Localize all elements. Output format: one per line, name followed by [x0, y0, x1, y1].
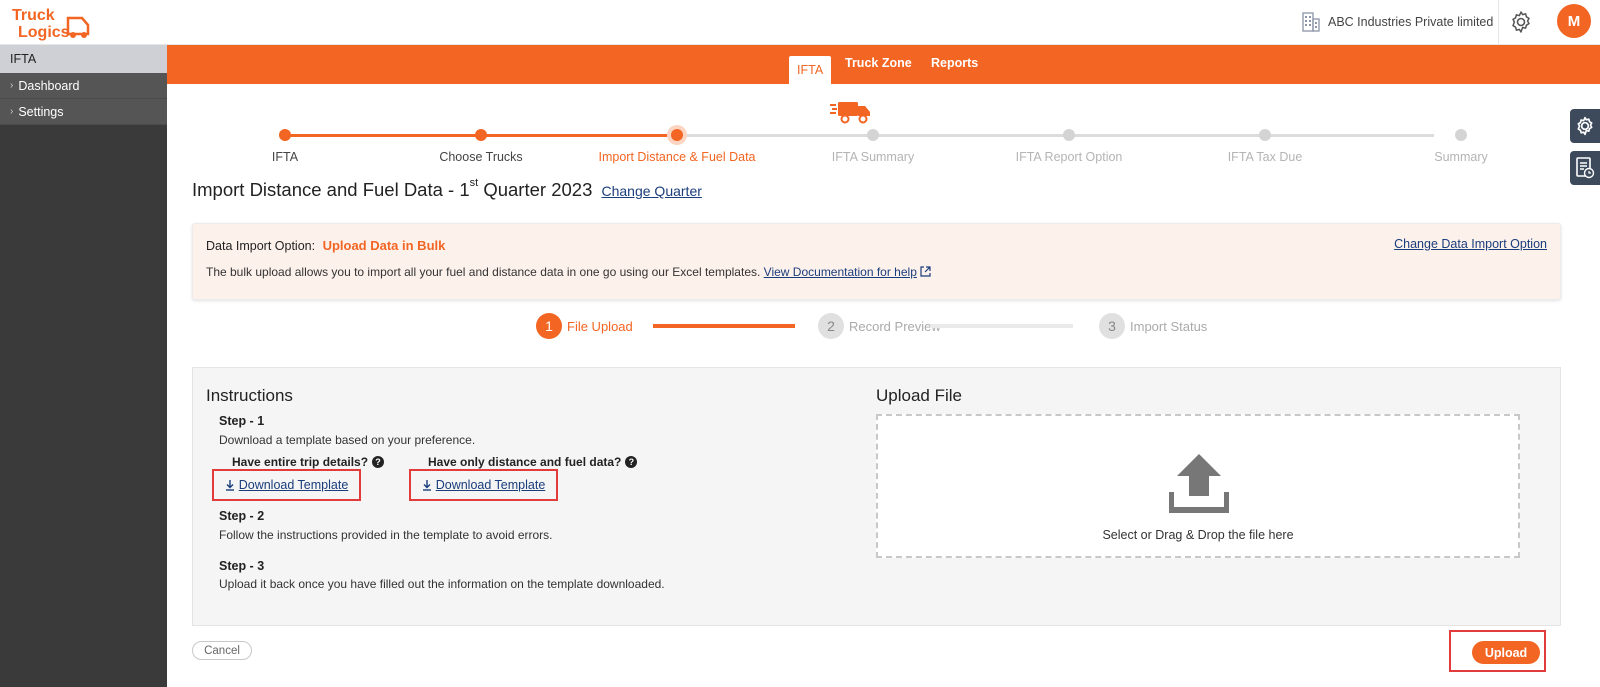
main-content: Import Distance and Fuel Data - 1st Quar… [167, 84, 1600, 687]
help-icon[interactable]: ? [372, 456, 385, 468]
tab-truck-zone[interactable]: Truck Zone [845, 56, 912, 70]
company-selector[interactable]: ABC Industries Private limited [1302, 12, 1493, 32]
sidebar-item-settings[interactable]: › Settings [0, 99, 167, 125]
import-option-value: Upload Data in Bulk [322, 238, 446, 253]
step3-heading: Step - 3 [219, 559, 265, 573]
substep-file-upload: 1 File Upload [536, 313, 633, 339]
upload-icon [1169, 454, 1229, 513]
module-nav: IFTA Truck Zone Reports [167, 45, 1600, 84]
change-quarter-link[interactable]: Change Quarter [602, 183, 702, 199]
tab-ifta[interactable]: IFTA [789, 56, 832, 84]
cancel-button[interactable]: Cancel [192, 641, 252, 660]
download-icon [225, 479, 234, 491]
document-clock-icon [1576, 157, 1595, 179]
sidebar-item-label: Settings [18, 104, 64, 119]
step3-text: Upload it back once you have filled out … [219, 577, 665, 591]
step2-text: Follow the instructions provided in the … [219, 528, 553, 542]
instructions-title: Instructions [206, 386, 293, 405]
top-bar: Truck Logics ABC Industries Private limi… [0, 0, 1600, 45]
import-option-label: Data Import Option: [206, 239, 316, 253]
download-distance-fuel-template-button[interactable]: Download Template [409, 469, 558, 501]
substep-label: File Upload [567, 318, 633, 334]
trip-details-question: Have entire trip details? ? [232, 455, 385, 469]
help-icon[interactable]: ? [625, 456, 638, 468]
step1-heading: Step - 1 [219, 414, 265, 428]
substep-import-status: 3 Import Status [1099, 313, 1207, 339]
substep-number: 1 [536, 313, 562, 339]
header-divider [1498, 0, 1499, 45]
substep-number: 3 [1099, 313, 1125, 339]
svg-text:Truck: Truck [12, 7, 55, 24]
substep-line-todo [930, 324, 1073, 328]
upload-panel: Instructions Step - 1 Download a templat… [192, 367, 1561, 626]
truck-logics-logo[interactable]: Truck Logics [10, 4, 96, 42]
substep-record-preview: 2 Record Preview [818, 313, 941, 339]
change-import-option-link[interactable]: Change Data Import Option [1394, 237, 1547, 251]
file-dropzone[interactable]: Select or Drag & Drop the file here [876, 414, 1520, 558]
sidebar: IFTA › Dashboard › Settings [0, 45, 167, 687]
page-title: Import Distance and Fuel Data - 1st Quar… [192, 177, 702, 200]
sidebar-item-label: Dashboard [18, 78, 80, 93]
support-gear-button[interactable] [1570, 109, 1600, 143]
download-icon [422, 479, 431, 491]
download-trip-template-button[interactable]: Download Template [212, 469, 361, 501]
step1-text: Download a template based on your prefer… [219, 433, 476, 447]
building-icon [1302, 12, 1320, 32]
chevron-right-icon: › [10, 106, 14, 117]
sidebar-item-dashboard[interactable]: › Dashboard [0, 73, 167, 99]
substep-label: Record Preview [849, 318, 941, 334]
settings-gear-icon[interactable] [1509, 10, 1533, 34]
substep-label: Import Status [1130, 318, 1208, 334]
chevron-right-icon: › [10, 80, 14, 91]
distance-fuel-question: Have only distance and fuel data? ? [428, 455, 638, 469]
substep-number: 2 [818, 313, 844, 339]
upload-button[interactable]: Upload [1472, 641, 1540, 664]
import-option-description: The bulk upload allows you to import all… [206, 265, 761, 279]
user-avatar[interactable]: M [1557, 4, 1591, 38]
step2-heading: Step - 2 [219, 509, 265, 523]
tab-reports[interactable]: Reports [931, 56, 978, 70]
substep-line-done [653, 324, 795, 328]
upload-button-highlight: Upload [1449, 630, 1546, 672]
upload-file-title: Upload File [876, 386, 962, 405]
company-name: ABC Industries Private limited [1328, 15, 1494, 29]
gear-icon [1577, 116, 1593, 136]
dropzone-text: Select or Drag & Drop the file here [1102, 528, 1294, 542]
view-documentation-link[interactable]: View Documentation for help [764, 265, 917, 279]
report-history-button[interactable] [1570, 151, 1600, 185]
external-link-icon [920, 266, 931, 277]
svg-text:Logics: Logics [18, 24, 70, 41]
sidebar-title[interactable]: IFTA [0, 45, 167, 73]
import-option-banner: Data Import Option: Upload Data in Bulk … [192, 223, 1561, 300]
